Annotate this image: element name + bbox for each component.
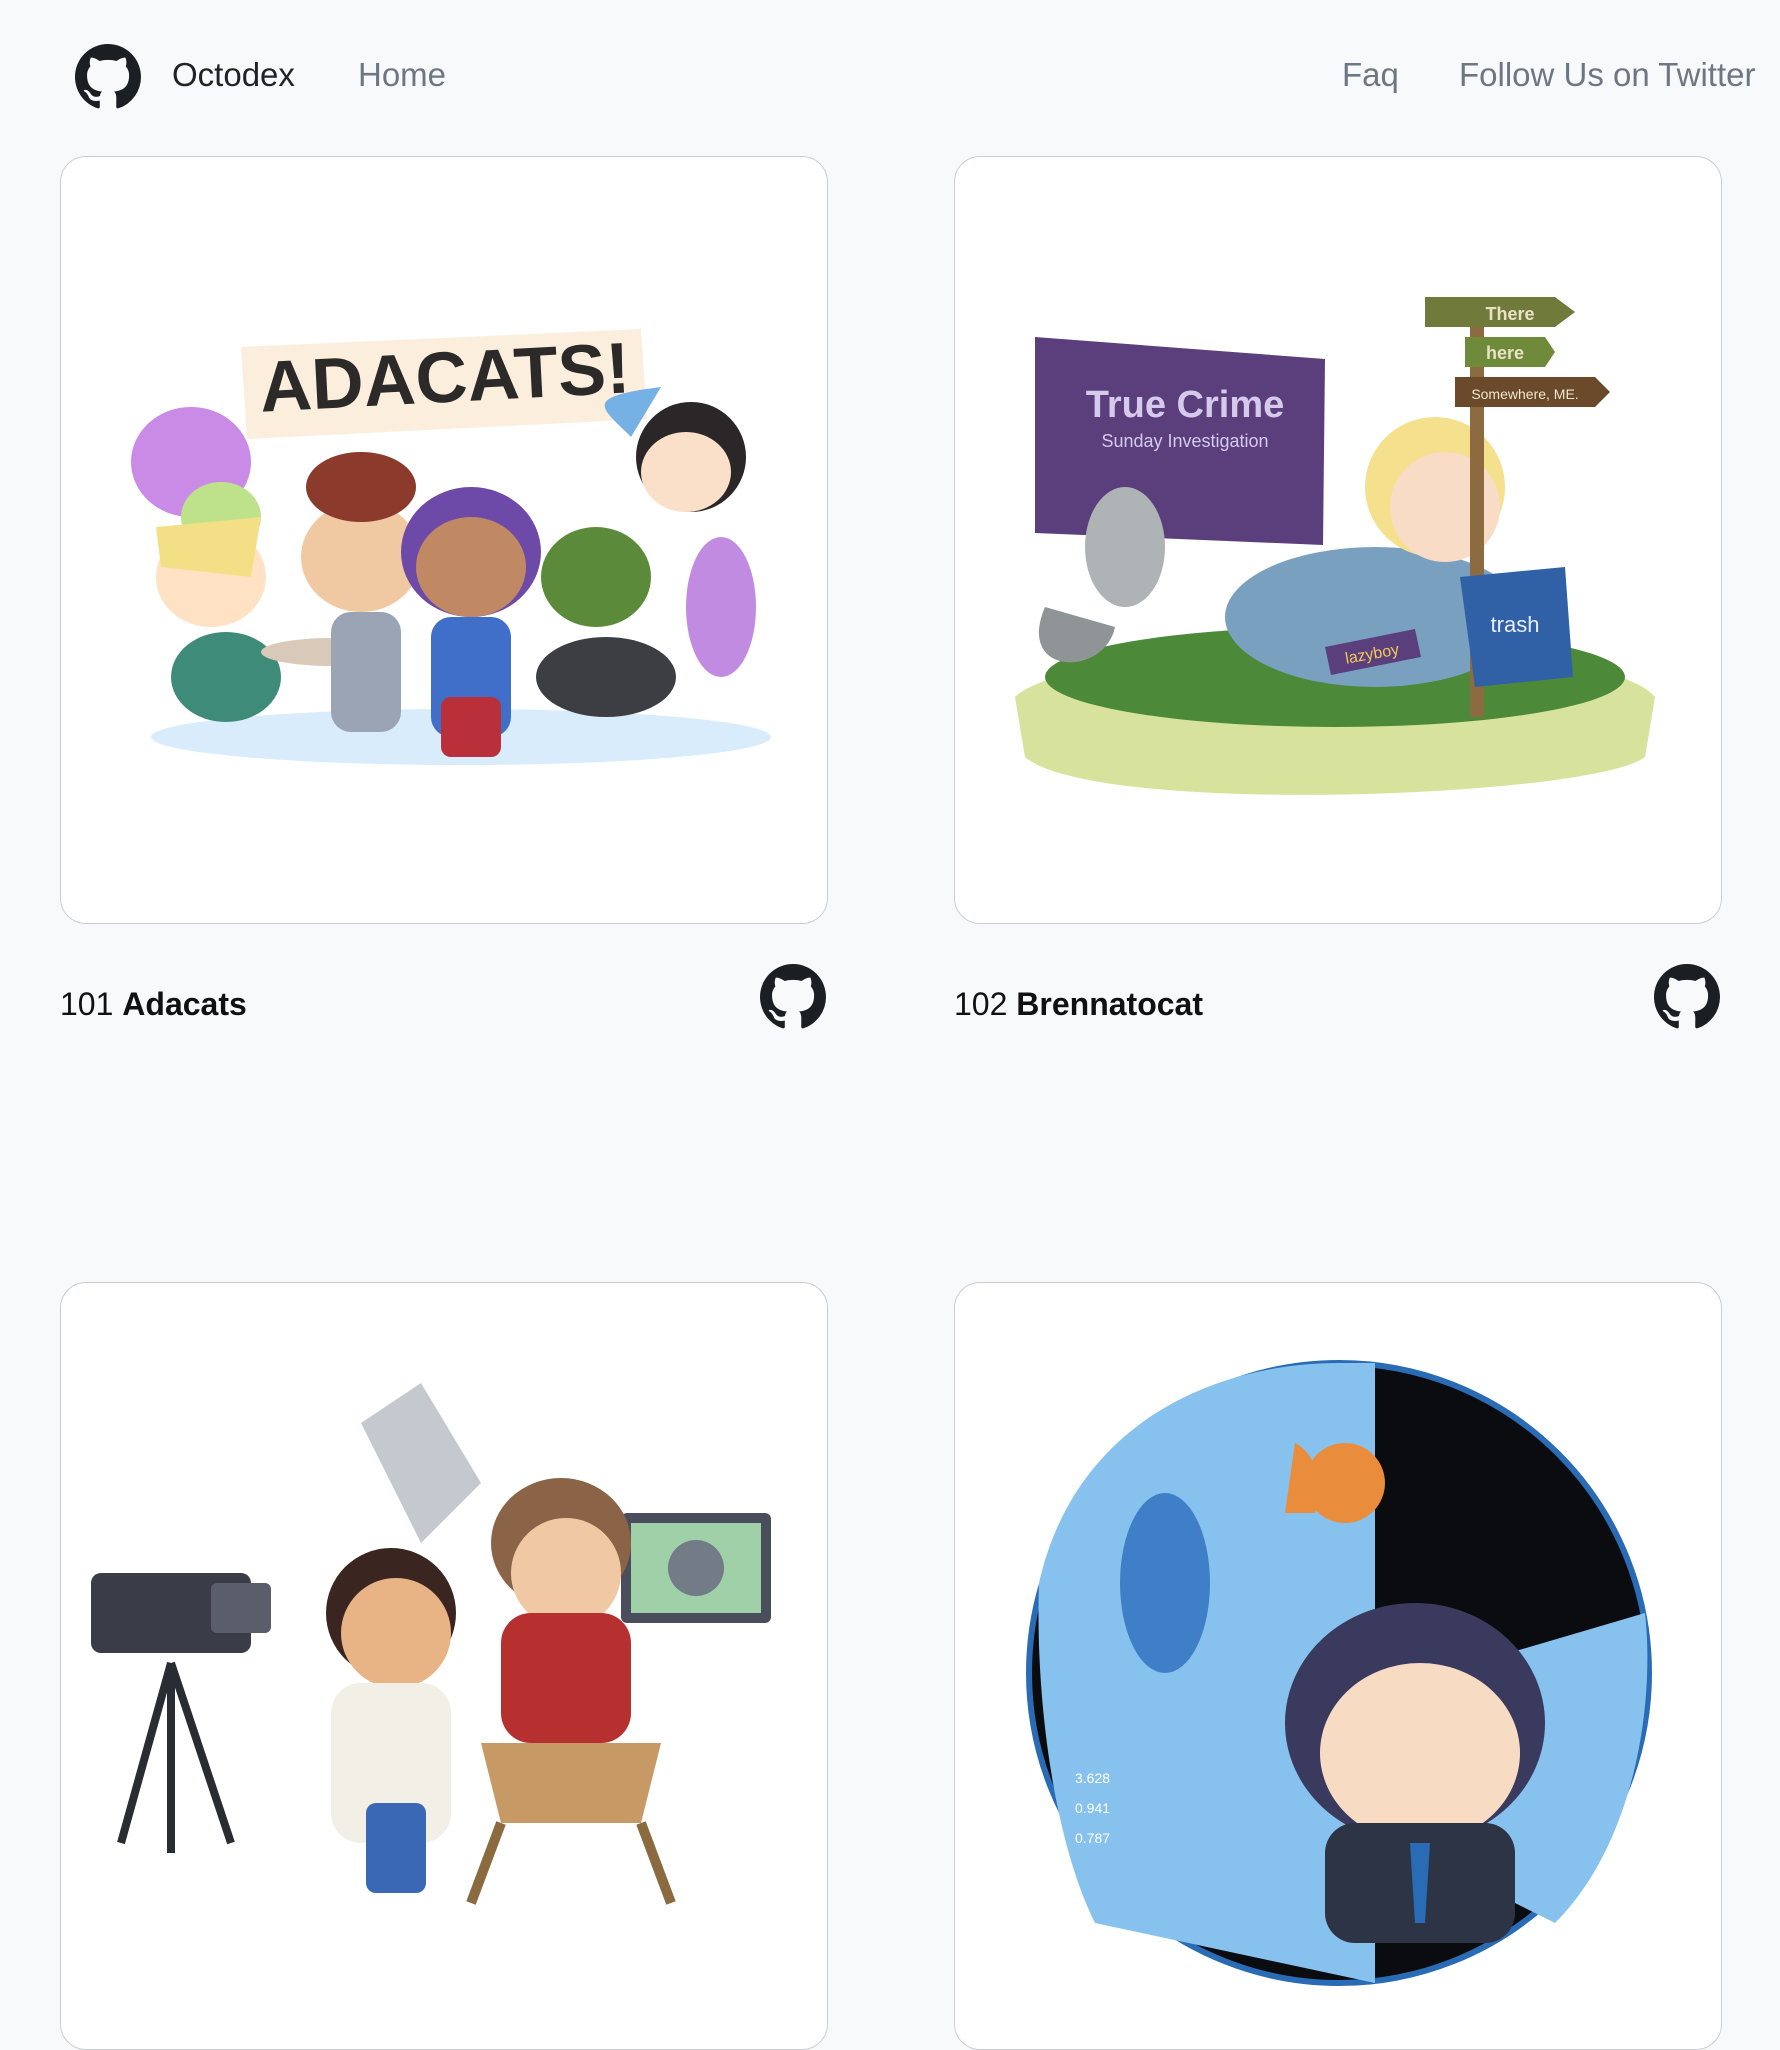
card-title[interactable]: Brennatocat bbox=[1016, 986, 1203, 1022]
road-sign-there: There bbox=[1485, 304, 1534, 324]
nav-faq-link[interactable]: Faq bbox=[1342, 56, 1399, 94]
octocat-image-adacats[interactable]: ADACATS! bbox=[60, 156, 828, 924]
octocat-image[interactable]: 3.628 0.941 0.787 bbox=[954, 1282, 1722, 2050]
octocat-card: ADACATS! 101 Adacats bbox=[60, 156, 828, 924]
tv-sign-text: True Crime bbox=[1086, 384, 1285, 426]
road-sign-somewhere: Somewhere, ME. bbox=[1471, 386, 1578, 402]
card-caption: 101 Adacats bbox=[60, 986, 247, 1023]
readout-1: 3.628 bbox=[1075, 1770, 1110, 1786]
readout-3: 0.787 bbox=[1075, 1830, 1110, 1846]
box-text: trash bbox=[1491, 612, 1540, 637]
nav-twitter-link[interactable]: Follow Us on Twitter bbox=[1459, 56, 1755, 94]
brand-link[interactable]: Octodex bbox=[172, 56, 295, 94]
github-octocat-icon[interactable] bbox=[1654, 964, 1720, 1030]
github-octocat-icon[interactable] bbox=[760, 964, 826, 1030]
road-sign-here: here bbox=[1486, 343, 1524, 363]
octocat-card: 3.628 0.941 0.787 bbox=[954, 1282, 1722, 2050]
tv-sign-subtext: Sunday Investigation bbox=[1101, 431, 1268, 451]
card-caption: 102 Brennatocat bbox=[954, 986, 1203, 1023]
octocat-image[interactable] bbox=[60, 1282, 828, 2050]
octocat-image-brennatocat[interactable]: True Crime Sunday Investigation There he… bbox=[954, 156, 1722, 924]
card-title[interactable]: Adacats bbox=[122, 986, 247, 1022]
card-number: 101 bbox=[60, 986, 114, 1022]
nav-home-link[interactable]: Home bbox=[358, 56, 446, 94]
readout-2: 0.941 bbox=[1075, 1800, 1110, 1816]
github-octocat-icon[interactable] bbox=[75, 44, 141, 110]
site-header: Octodex Home Faq Follow Us on Twitter bbox=[0, 0, 1780, 156]
octocat-card bbox=[60, 1282, 828, 2050]
octocat-card: True Crime Sunday Investigation There he… bbox=[954, 156, 1722, 924]
card-number: 102 bbox=[954, 986, 1008, 1022]
